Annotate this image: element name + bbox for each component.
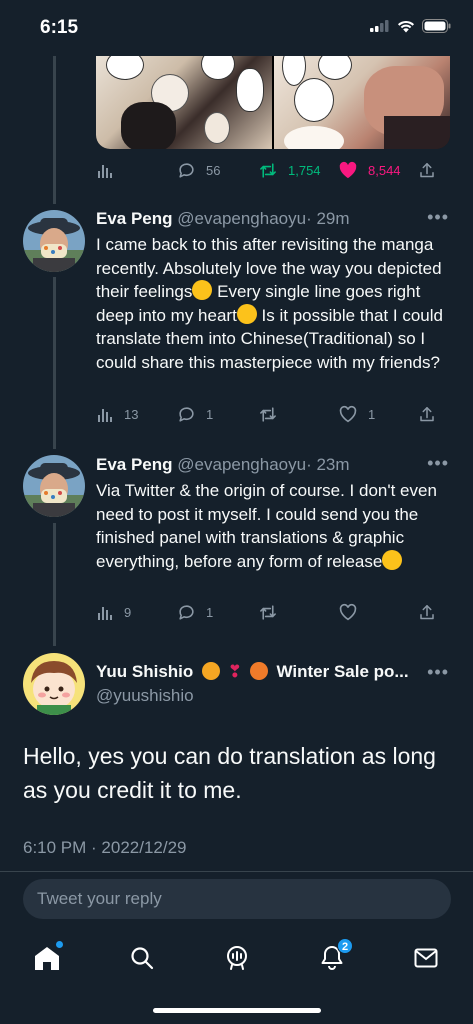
thread-line xyxy=(53,523,56,646)
views-button[interactable] xyxy=(97,162,114,179)
retweet-icon xyxy=(260,407,276,422)
reply-count: 56 xyxy=(206,163,221,178)
heart-exclamation-emoji-icon: ❣ xyxy=(227,662,243,681)
fox-emoji-icon xyxy=(249,662,268,680)
author-handle[interactable]: @evapenghaoyu xyxy=(177,209,306,228)
tweet-text: I came back to this after revisiting the… xyxy=(96,235,443,372)
like-button[interactable] xyxy=(338,603,358,621)
share-icon xyxy=(420,605,434,620)
avatar[interactable] xyxy=(23,653,85,715)
thread-line xyxy=(53,56,56,204)
nav-messages[interactable] xyxy=(410,942,442,974)
reply-count: 1 xyxy=(206,605,214,620)
tweet-time: · 23m xyxy=(306,455,350,474)
like-count: 8,544 xyxy=(368,162,401,178)
wifi-icon xyxy=(398,20,414,32)
spaces-icon xyxy=(227,946,247,970)
status-icons xyxy=(370,19,451,33)
share-button[interactable] xyxy=(418,405,436,424)
bottom-nav: 2 xyxy=(0,930,473,990)
like-count: 1 xyxy=(368,406,376,422)
reply-composer[interactable] xyxy=(23,879,451,919)
battery-icon xyxy=(422,19,451,33)
nav-notifications[interactable]: 2 xyxy=(316,938,353,974)
views-icon xyxy=(98,607,112,620)
retweet-icon xyxy=(260,605,276,620)
tweet-header: Yuu Shishio ❣ Winter Sale po... xyxy=(96,662,426,682)
nav-spaces[interactable] xyxy=(221,942,253,974)
home-indicator xyxy=(153,1008,321,1013)
tweet-header: Eva Peng @evapenghaoyu· 29m xyxy=(96,209,350,229)
share-button[interactable] xyxy=(418,161,436,180)
manga-panel-image[interactable] xyxy=(96,56,272,149)
more-options-icon[interactable]: ••• xyxy=(427,662,449,683)
cellular-signal-icon xyxy=(370,20,389,32)
tweet-header: Eva Peng @evapenghaoyu· 23m xyxy=(96,455,350,475)
avatar[interactable] xyxy=(23,455,85,517)
views-count: 9 xyxy=(124,605,132,620)
status-time: 6:15 xyxy=(40,17,79,38)
share-button[interactable] xyxy=(418,603,436,622)
share-icon xyxy=(420,407,434,422)
views-button[interactable]: 9 xyxy=(97,604,131,621)
author-name[interactable]: Eva Peng xyxy=(96,209,173,228)
retweet-count: 1,754 xyxy=(288,163,321,178)
reply-icon xyxy=(179,407,194,422)
loudly-crying-emoji-icon xyxy=(192,280,213,300)
views-count: 13 xyxy=(124,407,139,422)
tiger-emoji-icon xyxy=(202,662,221,680)
avatar[interactable] xyxy=(23,210,85,272)
author-name-suffix: Winter Sale po... xyxy=(276,662,409,681)
home-icon xyxy=(35,946,59,970)
reply-icon xyxy=(179,605,194,620)
tweet-timestamp[interactable]: 6:10 PM · 2022/12/29 xyxy=(23,838,187,858)
views-icon xyxy=(98,165,112,178)
retweet-button[interactable] xyxy=(258,405,278,424)
retweet-button[interactable] xyxy=(258,603,278,622)
nav-home[interactable] xyxy=(31,941,63,974)
heart-icon xyxy=(339,405,357,423)
more-options-icon[interactable]: ••• xyxy=(427,207,449,228)
divider xyxy=(0,871,473,872)
pleading-face-emoji-icon xyxy=(382,549,403,570)
thread-line xyxy=(53,277,56,449)
author-name[interactable]: Eva Peng xyxy=(96,455,173,474)
heart-filled-icon xyxy=(339,161,357,179)
tweet-time: · 29m xyxy=(306,209,350,228)
views-button[interactable]: 13 xyxy=(97,406,138,423)
like-button[interactable]: 1 xyxy=(338,405,375,423)
reply-icon xyxy=(179,163,194,178)
more-options-icon[interactable]: ••• xyxy=(427,453,449,474)
reply-button[interactable]: 56 xyxy=(177,161,220,180)
retweet-button[interactable]: 1,754 xyxy=(258,161,321,180)
reply-button[interactable]: 1 xyxy=(177,603,213,622)
manga-panel-image[interactable] xyxy=(274,56,450,149)
mail-icon xyxy=(414,948,438,968)
reply-count: 1 xyxy=(206,407,214,422)
status-bar: 6:15 xyxy=(0,0,473,56)
tweet-text: Via Twitter & the origin of course. I do… xyxy=(96,481,437,571)
reply-button[interactable]: 1 xyxy=(177,405,213,424)
retweet-icon xyxy=(260,163,276,178)
author-handle[interactable]: @evapenghaoyu xyxy=(177,455,306,474)
nav-search[interactable] xyxy=(126,942,158,974)
main-tweet-text: Hello, yes you can do translation as lon… xyxy=(23,743,436,803)
like-button[interactable]: 8,544 xyxy=(338,161,401,179)
author-handle[interactable]: @yuushishio xyxy=(96,686,194,706)
reply-input[interactable] xyxy=(23,879,451,919)
notifications-badge: 2 xyxy=(337,938,353,954)
tweet-media[interactable] xyxy=(96,56,450,149)
views-icon xyxy=(98,409,112,422)
share-icon xyxy=(420,163,434,178)
new-content-dot xyxy=(56,941,63,948)
author-name[interactable]: Yuu Shishio xyxy=(96,662,193,681)
heart-icon xyxy=(339,603,357,621)
pleading-face-emoji-icon xyxy=(236,303,257,324)
search-icon xyxy=(131,947,154,970)
